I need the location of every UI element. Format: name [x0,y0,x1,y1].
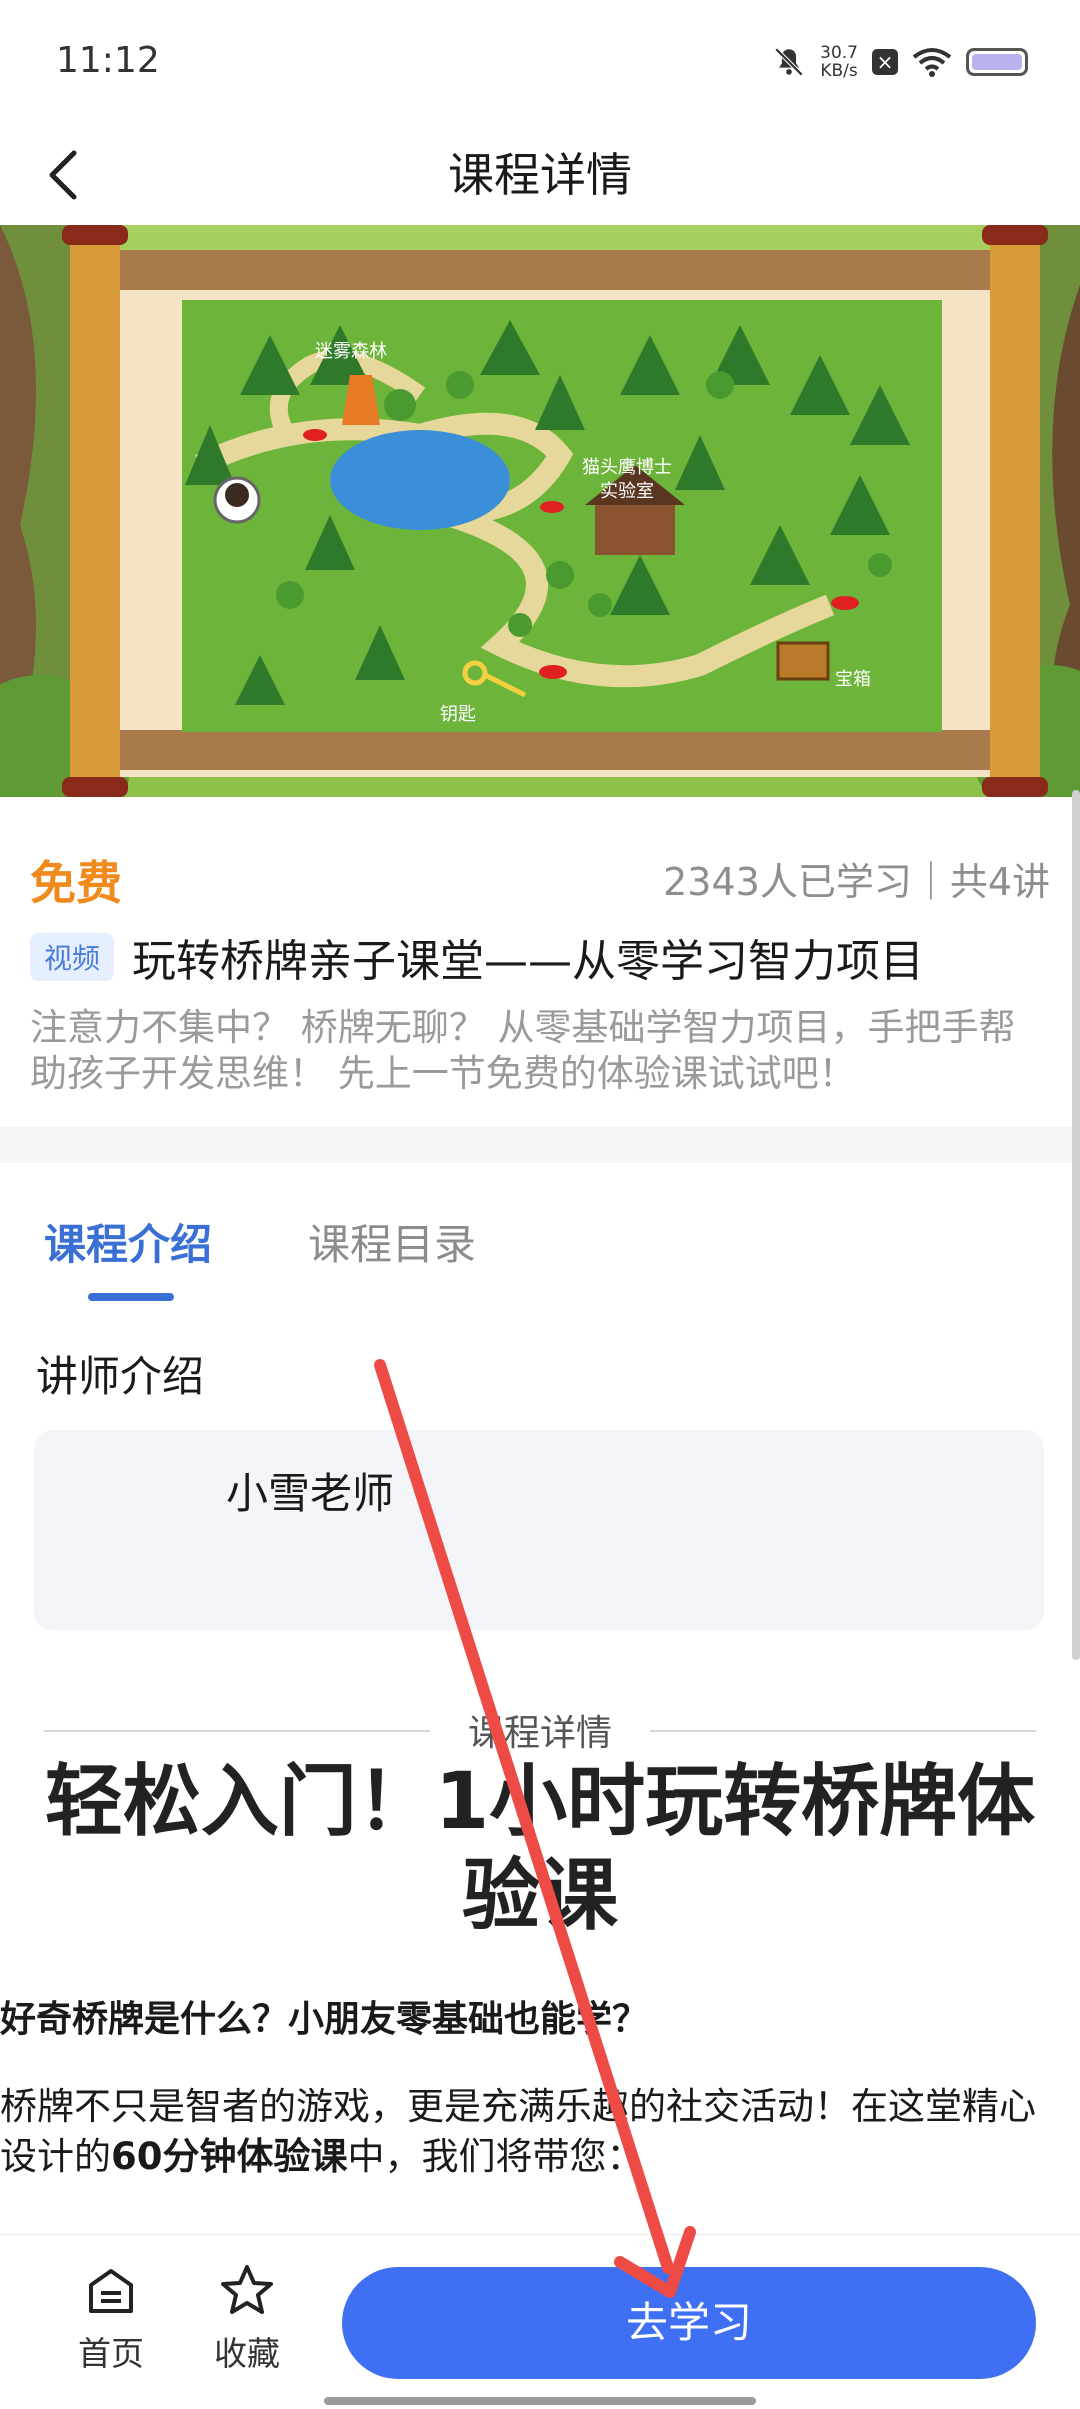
course-description: 注意力不集中？ 桥牌无聊？ 从零基础学智力项目，手把手帮助孩子开发思维！ 先上一… [30,1006,1016,1095]
map-label-forest: 迷雾森林 [315,341,387,362]
map-label-key: 钥匙 [440,704,476,725]
scrollbar[interactable] [1072,790,1080,1660]
status-bar: 11:12 30.7 KB/s × [0,0,1080,125]
course-price: 免费 [30,856,122,910]
speed-unit: KB/s [820,61,858,81]
section-gap [0,1127,1080,1163]
home-icon [89,2269,133,2313]
course-info-card: 免费 2343人已学习｜共4讲 视频 玩转桥牌亲子课堂——从零学习智力项目 注意… [0,797,1080,1127]
network-speed: 30.7 KB/s [820,44,858,80]
home-indicator [324,2397,756,2405]
detail-section-label: 课程详情 [467,1713,612,1754]
bottom-action-bar: 首页 收藏 去学习 [0,2234,1080,2409]
home-button[interactable]: 首页 [56,2261,166,2375]
battery-icon [966,48,1028,76]
status-time: 11:12 [56,40,160,81]
course-title-row: 视频 玩转桥牌亲子课堂——从零学习智力项目 [30,925,924,989]
star-icon [221,2265,273,2314]
favorite-button[interactable]: 收藏 [192,2261,302,2375]
map-label-owl: 猫头鹰博士 [582,457,672,478]
detail-question: 好奇桥牌是什么？小朋友零基础也能学？ [0,1999,649,2040]
map-label-chest: 宝箱 [835,669,871,690]
teacher-name: 小雪老师 [226,1469,395,1518]
video-tag: 视频 [30,933,115,981]
teacher-section-label: 讲师介绍 [36,1352,205,1401]
map-label-lab: 实验室 [600,481,654,502]
detail-paragraph: 桥牌不只是智者的游戏，更是充满乐趣的社交活动！在这堂精心设计的60分钟体验课中，… [0,2082,1060,2182]
close-box-icon: × [872,49,898,75]
active-tab-indicator [88,1293,174,1301]
forest-map-illustration: 迷雾森林 猫头鹰博士 实验室 钥匙 宝箱 [0,225,1080,797]
speed-value: 30.7 [820,43,858,63]
course-stats: 2343人已学习｜共4讲 [663,860,1050,904]
course-title: 玩转桥牌亲子课堂——从零学习智力项目 [132,936,925,987]
home-label: 首页 [78,2334,144,2373]
page-title: 课程详情 [448,148,632,202]
tab-bar: 课程介绍 课程目录 [0,1163,1080,1303]
nav-bar: 课程详情 [0,125,1080,225]
detail-headline: 轻松入门！1小时玩转桥牌体验课 [44,1757,1036,1941]
bell-muted-icon [774,47,804,77]
tab-course-intro[interactable]: 课程介绍 [44,1211,212,1272]
wifi-icon [912,48,952,77]
para-bold: 60分钟体验课 [111,2135,348,2178]
tab-course-catalog[interactable]: 课程目录 [308,1211,476,1272]
para-text-2: 中，我们将带您： [347,2135,644,2178]
status-icons: 30.7 KB/s × [772,44,1028,80]
favorite-label: 收藏 [214,2334,280,2373]
teacher-card: 小雪老师 [34,1430,1044,1630]
start-learning-button[interactable]: 去学习 [342,2267,1036,2379]
course-cover-image: 迷雾森林 猫头鹰博士 实验室 钥匙 宝箱 [0,225,1080,797]
